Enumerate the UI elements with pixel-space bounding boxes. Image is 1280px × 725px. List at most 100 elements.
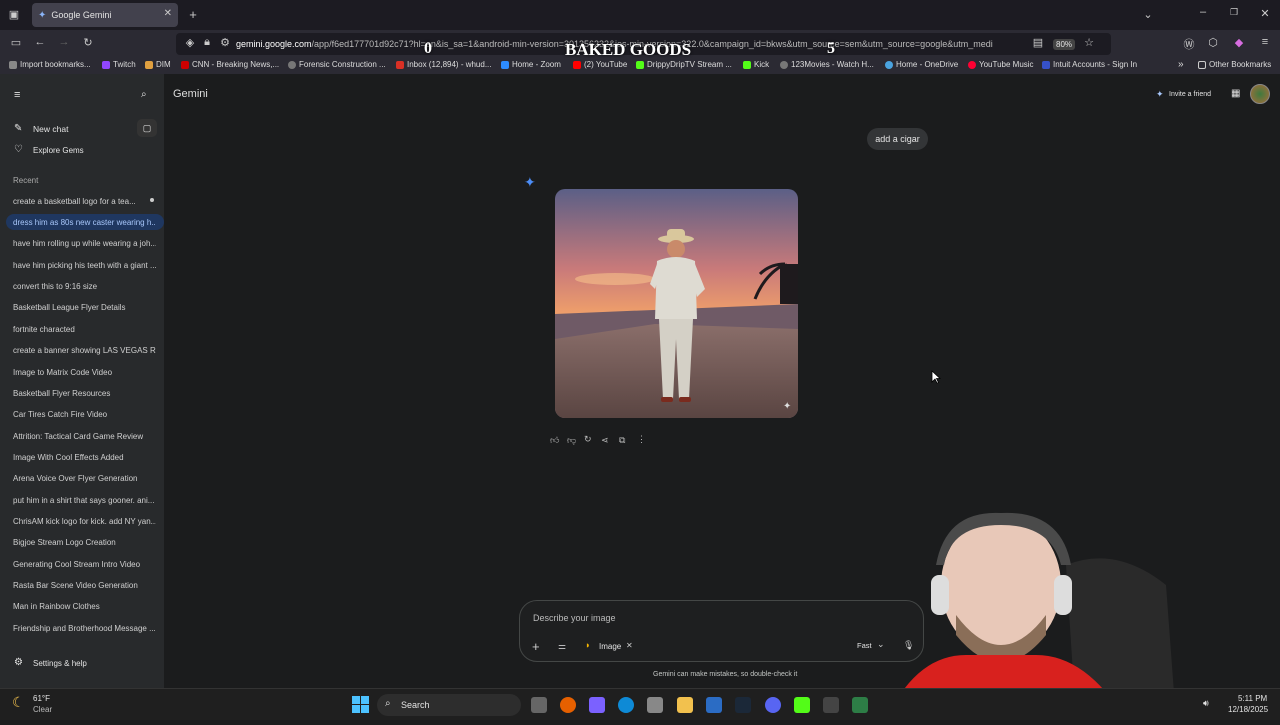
recent-chat-item[interactable]: Basketball Flyer Resources [13, 389, 156, 398]
copy-icon[interactable]: ⧉ [619, 435, 625, 446]
restore-icon[interactable]: ❐ [1226, 7, 1242, 18]
tab-gemini[interactable]: ✦ Google Gemini ✕ [32, 3, 178, 27]
sidebar-toggle-icon[interactable]: ▭ [8, 36, 24, 49]
mail-icon[interactable] [706, 697, 722, 713]
discord-icon[interactable] [765, 697, 781, 713]
tracking-shield-icon[interactable]: ◈ [182, 36, 198, 49]
bookmark-kick[interactable]: Kick [743, 60, 769, 69]
tools-icon[interactable]: ⚌ [558, 641, 566, 652]
bookmark-forensic[interactable]: Forensic Construction ... [288, 60, 386, 69]
invite-friend-button[interactable]: Invite a friend [1169, 91, 1211, 98]
bookmark-123movies[interactable]: 123Movies - Watch H... [780, 60, 874, 69]
bookmark-kick-drippy[interactable]: DrippyDripTV Stream ... [636, 60, 732, 69]
copilot-icon[interactable] [589, 697, 605, 713]
bookmark-inbox[interactable]: Inbox (12,894) - whud... [396, 60, 492, 69]
clock-time[interactable]: 5:11 PM [1238, 694, 1267, 703]
add-attachment-icon[interactable]: + [532, 639, 540, 654]
taskbar-search-box[interactable]: ⌕ Search [377, 694, 521, 716]
generated-image[interactable]: ✦ [555, 189, 798, 418]
bookmark-import[interactable]: Import bookmarks... [9, 60, 91, 69]
lock-icon[interactable]: 🔒︎ [199, 36, 215, 49]
recent-chat-item[interactable]: Arena Voice Over Flyer Generation [13, 474, 156, 483]
file-explorer-icon[interactable] [677, 697, 693, 713]
close-tab-icon[interactable]: ✕ [164, 8, 172, 19]
recent-chat-item[interactable]: Rasta Bar Scene Video Generation [13, 581, 156, 590]
app-icon[interactable] [823, 697, 839, 713]
avatar[interactable] [1250, 84, 1270, 104]
bookmark-cnn[interactable]: CNN - Breaking News,... [181, 60, 279, 69]
search-icon[interactable]: ⌕ [141, 89, 147, 100]
more-bookmarks-icon[interactable]: » [1178, 59, 1184, 70]
zoom-level[interactable]: 80% [1053, 39, 1076, 50]
new-tab-icon[interactable]: + [185, 7, 201, 22]
image-tool-chip[interactable]: Image [599, 642, 621, 651]
reload-icon[interactable]: ↻ [80, 36, 96, 49]
extension-w-icon[interactable]: Ⓦ [1181, 36, 1197, 52]
bookmark-zoom[interactable]: Home - Zoom [501, 60, 561, 69]
permissions-icon[interactable]: ⚙ [217, 36, 233, 49]
weather-desc[interactable]: Clear [33, 705, 52, 714]
start-windows-icon[interactable] [352, 696, 369, 713]
recent-chat-item[interactable]: Image to Matrix Code Video [13, 368, 156, 377]
bookmark-intuit[interactable]: Intuit Accounts - Sign In [1042, 60, 1137, 69]
clock-date[interactable]: 12/18/2025 [1228, 705, 1268, 714]
recent-chat-item[interactable]: Man in Rainbow Clothes [13, 602, 156, 611]
window-close-icon[interactable]: ✕ [1257, 7, 1273, 20]
more-options-icon[interactable]: ⋮ [637, 434, 646, 445]
explore-gems-link[interactable]: Explore Gems [33, 146, 84, 155]
list-tabs-icon[interactable]: ⌄ [1140, 8, 1156, 21]
minimize-icon[interactable]: – [1195, 6, 1211, 18]
new-chat-button[interactable]: New chat [33, 124, 68, 134]
recent-chat-item[interactable]: ChrisAM kick logo for kick. add NY yan..… [13, 517, 156, 526]
steam-icon[interactable] [735, 697, 751, 713]
task-view-icon[interactable] [531, 697, 547, 713]
prompt-input-box[interactable]: Describe your image + ⚌ ◗ Image ✕ Fast ⌄… [519, 600, 924, 662]
tab-overview-icon[interactable]: ▣ [6, 8, 22, 21]
recent-chat-item[interactable]: Friendship and Brotherhood Message ... [13, 624, 156, 633]
weather-temp[interactable]: 61°F [33, 694, 50, 703]
recent-chat-item[interactable]: put him in a shirt that says gooner. ani… [13, 496, 156, 505]
back-icon[interactable]: ← [32, 36, 48, 48]
menu-icon[interactable]: ≡ [1257, 36, 1273, 48]
remove-chip-icon[interactable]: ✕ [626, 641, 633, 650]
recent-chat-item-active[interactable]: dress him as 80s new caster wearing h... [13, 218, 156, 227]
bookmark-twitch[interactable]: Twitch [102, 60, 136, 69]
bookmark-dim[interactable]: DIM [145, 60, 171, 69]
share-icon[interactable]: ⋖ [601, 435, 609, 446]
app2-icon[interactable] [852, 697, 868, 713]
bookmark-youtube[interactable]: (2) YouTube [573, 60, 627, 69]
recent-chat-item[interactable]: have him picking his teeth with a giant … [13, 261, 156, 270]
forward-icon[interactable]: → [56, 36, 72, 48]
settings-help-button[interactable]: Settings & help [33, 659, 87, 668]
thumbs-up-icon[interactable]: 👍︎ [550, 435, 559, 446]
other-bookmarks[interactable]: Other Bookmarks [1198, 60, 1271, 69]
bookmark-star-icon[interactable]: ☆ [1081, 36, 1097, 49]
temporary-chat-icon[interactable]: ▢ [137, 119, 157, 137]
recent-chat-item[interactable]: Bigjoe Stream Logo Creation [13, 538, 156, 547]
recent-chat-item[interactable]: convert this to 9:16 size [13, 282, 156, 291]
bookmark-onedrive[interactable]: Home - OneDrive [885, 60, 958, 69]
volume-icon[interactable]: 🔊︎ [1203, 698, 1209, 709]
mode-selector[interactable]: Fast [857, 641, 872, 650]
extension-gem-icon[interactable]: ◆ [1231, 36, 1247, 49]
reader-view-icon[interactable]: ▤ [1030, 36, 1046, 49]
store-icon[interactable] [647, 697, 663, 713]
firefox-icon[interactable] [560, 697, 576, 713]
edge-icon[interactable] [618, 697, 634, 713]
prompt-input[interactable]: Describe your image [533, 613, 616, 623]
recent-chat-item[interactable]: Generating Cool Stream Intro Video [13, 560, 156, 569]
extensions-icon[interactable]: ⬡ [1205, 36, 1221, 49]
regenerate-icon[interactable]: ↻ [584, 434, 592, 445]
recent-chat-item[interactable]: create a banner showing LAS VEGAS R... [13, 346, 156, 355]
thumbs-down-icon[interactable]: 👎︎ [567, 435, 576, 446]
recent-chat-item[interactable]: Basketball League Flyer Details [13, 303, 156, 312]
kick-icon[interactable] [794, 697, 810, 713]
recent-chat-item[interactable]: have him rolling up while wearing a joh.… [13, 239, 156, 248]
recent-chat-item[interactable]: create a basketball logo for a tea... [13, 197, 156, 206]
recent-chat-item[interactable]: fortnite characted [13, 325, 156, 334]
recent-chat-item[interactable]: Image With Cool Effects Added [13, 453, 156, 462]
recent-chat-item[interactable]: Attrition: Tactical Card Game Review [13, 432, 156, 441]
main-menu-icon[interactable]: ≡ [14, 89, 20, 101]
recent-chat-item[interactable]: Car Tires Catch Fire Video [13, 410, 156, 419]
history-icon[interactable]: ▦ [1231, 88, 1240, 99]
